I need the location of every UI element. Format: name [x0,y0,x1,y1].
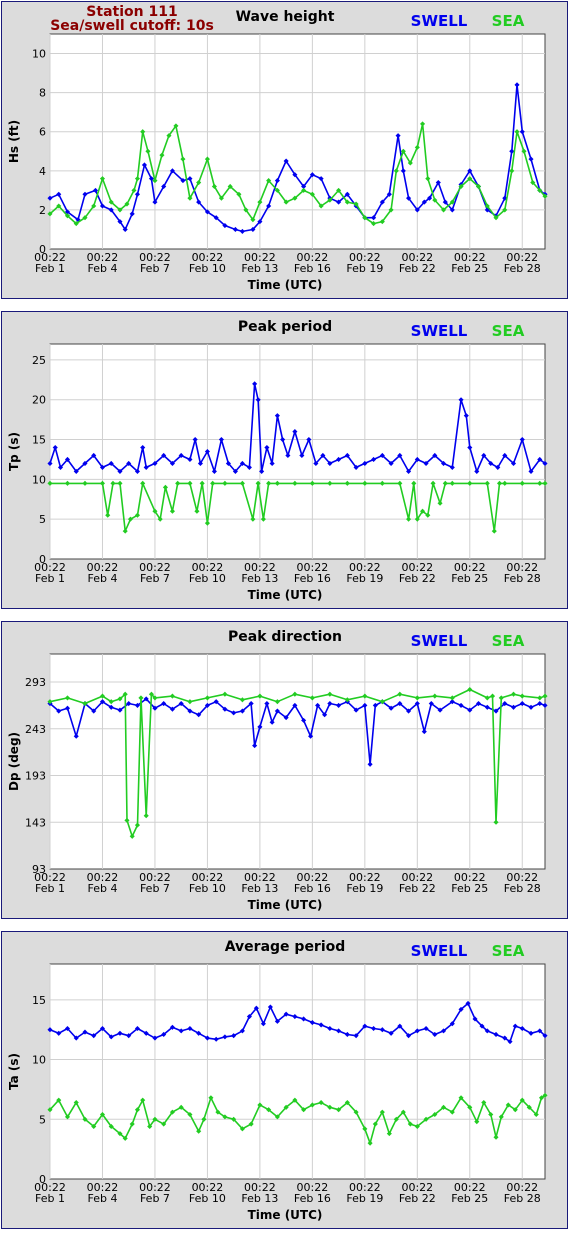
legend-sea: SEA [492,942,525,960]
y-axis-label: Hs (ft) [7,120,21,163]
x-axis-label: Time (UTC) [248,898,323,912]
y-tick-label: 10 [32,1054,46,1067]
chart-panel: 0 5 10 15 00:22 Feb 1 00:22 Feb 4 00:22 Feb 7 00:2… [1,931,568,1229]
y-tick-label: 6 [39,126,46,139]
x-tick-date: Feb 22 [399,262,436,275]
y-axis-label: Dp (deg) [7,732,21,791]
x-tick-date: Feb 4 [87,882,117,895]
y-tick-label: 5 [39,1113,46,1126]
plot-area [49,33,546,250]
chart-svg: Station 111 Sea/swell cutoff: 10s 024681… [7,4,548,292]
plot-area [49,963,546,1180]
x-tick-date: Feb 22 [399,572,436,585]
x-tick-date: Feb 28 [504,262,541,275]
x-axis-label: Time (UTC) [248,1208,323,1222]
chart-panel: 93 143 193 243 293 00:22 Feb 1 00:22 Feb 4 00:22 F… [1,621,568,919]
y-tick-label: 10 [32,473,46,486]
legend-sea: SEA [492,322,525,340]
x-tick-date: Feb 22 [399,1192,436,1205]
chart-svg: 05101500:22Feb 100:22Feb 400:22Feb 700:2… [7,939,548,1222]
x-tick-date: Feb 25 [451,882,488,895]
x-tick-date: Feb 4 [87,262,117,275]
x-tick-date: Feb 10 [189,262,226,275]
x-tick-date: Feb 1 [35,882,65,895]
y-tick-label: 15 [32,994,46,1007]
chart-svg: 051015202500:22Feb 100:22Feb 400:22Feb 7… [7,319,548,602]
x-tick-date: Feb 1 [35,262,65,275]
x-tick-date: Feb 19 [346,572,383,585]
chart-panel: Station 111 Sea/swell cutoff: 10s 024681… [1,1,568,299]
plot-area [49,653,546,870]
x-tick-date: Feb 13 [241,572,278,585]
y-axis-label: Tp (s) [7,432,21,471]
y-tick-label: 10 [32,48,46,61]
y-tick-label: 143 [25,816,46,829]
x-tick-date: Feb 28 [504,572,541,585]
x-tick-date: Feb 10 [189,572,226,585]
x-axis-label: Time (UTC) [248,278,323,292]
legend-swell: SWELL [411,632,468,650]
x-tick-date: Feb 25 [451,262,488,275]
y-tick-label: 20 [32,394,46,407]
x-tick-date: Feb 7 [140,572,170,585]
x-tick-date: Feb 16 [294,572,331,585]
x-tick-date: Feb 22 [399,882,436,895]
chart-svg: 9314319324329300:22Feb 100:22Feb 400:22F… [7,629,548,912]
x-axis-label: Time (UTC) [248,588,323,602]
x-tick-date: Feb 7 [140,882,170,895]
y-tick-label: 2 [39,204,46,217]
y-tick-label: 5 [39,513,46,526]
x-tick-date: Feb 28 [504,882,541,895]
y-tick-label: 243 [25,723,46,736]
legend-swell: SWELL [411,942,468,960]
x-tick-date: Feb 25 [451,572,488,585]
x-tick-date: Feb 10 [189,1192,226,1205]
header-cutoff: Sea/swell cutoff: 10s [50,18,214,34]
y-tick-label: 4 [39,165,46,178]
y-tick-label: 193 [25,770,46,783]
legend-swell: SWELL [411,12,468,30]
chart-title: Peak period [238,319,332,335]
x-tick-date: Feb 13 [241,1192,278,1205]
x-tick-date: Feb 16 [294,1192,331,1205]
x-tick-date: Feb 19 [346,262,383,275]
x-tick-date: Feb 19 [346,882,383,895]
y-tick-label: 293 [25,676,46,689]
x-tick-date: Feb 1 [35,1192,65,1205]
x-tick-date: Feb 19 [346,1192,383,1205]
legend-sea: SEA [492,632,525,650]
y-tick-label: 25 [32,354,46,367]
x-tick-date: Feb 7 [140,262,170,275]
chart-title: Average period [225,939,346,955]
chart-title: Wave height [236,9,335,25]
x-tick-date: Feb 16 [294,882,331,895]
x-tick-date: Feb 1 [35,572,65,585]
y-tick-label: 15 [32,434,46,447]
x-tick-date: Feb 10 [189,882,226,895]
x-tick-date: Feb 4 [87,572,117,585]
y-tick-label: 8 [39,87,46,100]
legend-swell: SWELL [411,322,468,340]
x-tick-date: Feb 7 [140,1192,170,1205]
x-tick-date: Feb 13 [241,262,278,275]
x-tick-date: Feb 25 [451,1192,488,1205]
x-tick-date: Feb 13 [241,882,278,895]
y-axis-label: Ta (s) [7,1053,21,1090]
chart-title: Peak direction [228,629,342,645]
x-tick-date: Feb 16 [294,262,331,275]
legend-sea: SEA [492,12,525,30]
x-tick-date: Feb 28 [504,1192,541,1205]
x-tick-date: Feb 4 [87,1192,117,1205]
chart-panel: 0 5 10 15 20 25 00:22 Feb 1 00:22 Feb 4 00:22 Feb 7… [1,311,568,609]
